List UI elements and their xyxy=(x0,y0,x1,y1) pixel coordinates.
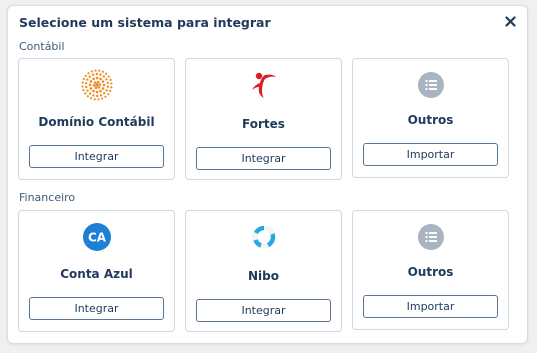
section-title-contabil: Contábil xyxy=(19,40,65,53)
integrar-button[interactable]: Integrar xyxy=(196,147,331,170)
card-dominio: Domínio Contábil Integrar xyxy=(18,58,175,180)
modal-title: Selecione um sistema para integrar xyxy=(19,15,271,30)
card-name: Nibo xyxy=(248,269,279,283)
importar-button[interactable]: Importar xyxy=(363,143,498,166)
list-icon xyxy=(353,223,508,251)
card-conta-azul: CA Conta Azul Integrar xyxy=(18,210,175,332)
card-name: Outros xyxy=(407,113,454,127)
conta-azul-logo-text: CA xyxy=(87,231,106,245)
conta-azul-logo-icon: CA xyxy=(19,223,174,251)
close-icon xyxy=(504,12,516,31)
importar-button[interactable]: Importar xyxy=(363,295,498,318)
fortes-logo-icon xyxy=(186,71,341,99)
integrar-button[interactable]: Integrar xyxy=(29,145,164,168)
card-outros-financeiro: Outros Importar xyxy=(352,210,509,330)
card-outros-contabil: Outros Importar xyxy=(352,58,509,178)
card-name: Fortes xyxy=(242,117,285,131)
integrar-button[interactable]: Integrar xyxy=(29,297,164,320)
card-name: Outros xyxy=(407,265,454,279)
card-name: Domínio Contábil xyxy=(38,115,155,129)
close-button[interactable] xyxy=(501,12,519,30)
card-nibo: Nibo Integrar xyxy=(185,210,342,332)
card-fortes: Fortes Integrar xyxy=(185,58,342,180)
integrar-button[interactable]: Integrar xyxy=(196,299,331,322)
card-name: Conta Azul xyxy=(60,267,133,281)
section-title-financeiro: Financeiro xyxy=(19,191,76,204)
nibo-logo-icon xyxy=(186,223,341,251)
list-icon xyxy=(353,71,508,99)
dominio-logo-icon xyxy=(19,69,174,101)
integration-modal: Selecione um sistema para integrar Contá… xyxy=(7,5,528,344)
